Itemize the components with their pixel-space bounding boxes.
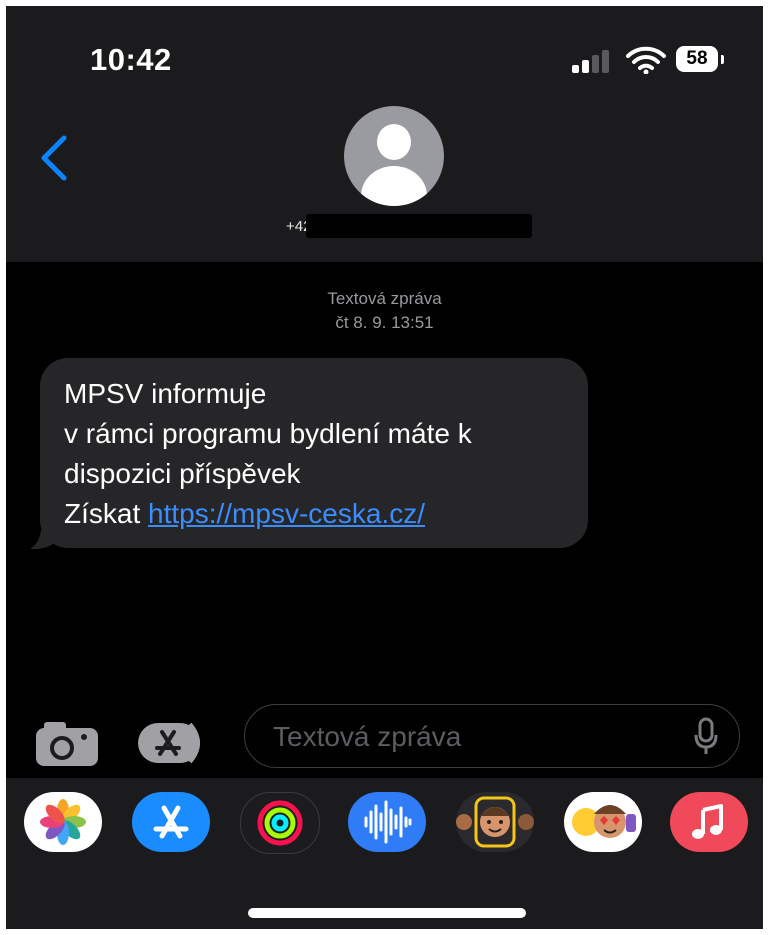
photos-icon[interactable] [24,792,102,852]
message-input[interactable]: Textová zpráva [244,704,740,768]
audio-message-icon[interactable] [348,792,426,852]
message-input-placeholder: Textová zpráva [273,721,462,752]
message-link-prefix: Získat [64,498,149,529]
status-time: 10:42 [90,42,172,77]
messages-screen: 10:42 58 +420 Textová zpráva čt 8. 9. 13… [6,6,763,929]
message-text[interactable]: MPSV informuje v rámci programu bydlení … [64,374,584,534]
conversation-header: 10:42 58 +420 [6,6,763,262]
message-timestamp: čt 8. 9. 13:51 [335,313,434,332]
activity-icon[interactable] [240,792,320,854]
signal-icon [572,50,609,73]
app-drawer [6,778,763,929]
app-store-icon[interactable] [132,792,210,852]
music-icon[interactable] [670,792,748,852]
microphone-icon[interactable] [693,717,719,757]
message-link[interactable]: https://mpsv-ceska.cz/ [148,498,425,529]
message-line: dispozici příspěvek [64,458,301,489]
avatar-body [361,166,427,206]
contact-avatar[interactable] [344,106,444,206]
home-indicator[interactable] [248,908,526,918]
back-button[interactable] [34,132,74,184]
animoji-icon[interactable] [564,792,642,852]
wifi-icon [626,46,666,74]
app-store-button[interactable] [136,718,216,768]
camera-button[interactable] [34,718,100,768]
battery-indicator: 58 [676,46,718,72]
message-line: v rámci programu bydlení máte k [64,418,472,449]
message-line: MPSV informuje [64,378,267,409]
message-service-label: Textová zpráva [327,289,442,308]
battery-tip [721,55,724,64]
message-link-line: Získat https://mpsv-ceska.cz/ [64,494,584,534]
memoji-stickers-icon[interactable] [456,792,534,852]
avatar-head [377,124,411,160]
redaction-mark [306,214,532,238]
